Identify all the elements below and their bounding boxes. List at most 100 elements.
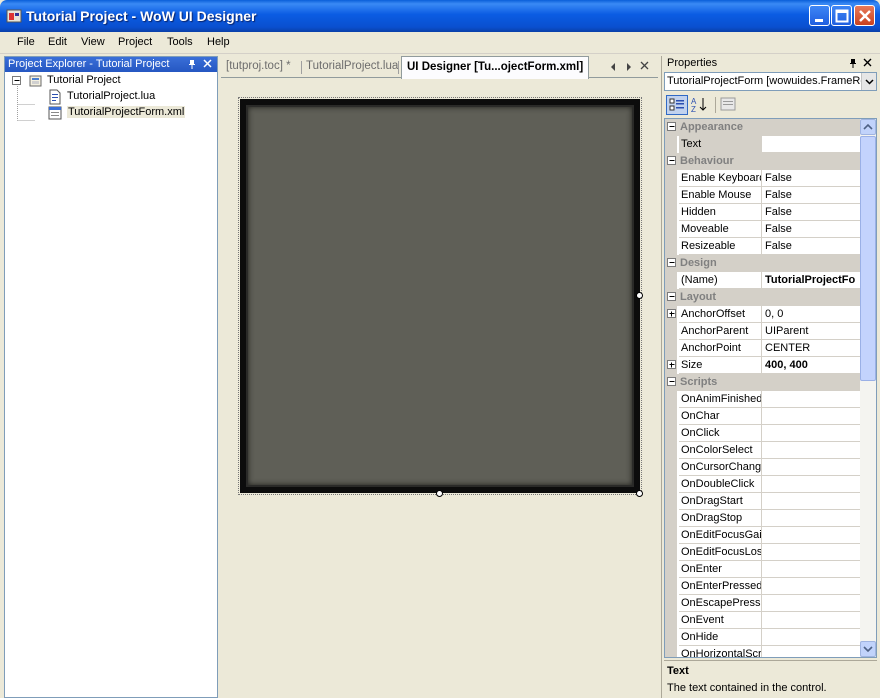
- collapse-icon[interactable]: [12, 76, 21, 85]
- property-row[interactable]: OnDoubleClick: [665, 476, 860, 493]
- category-behaviour[interactable]: Behaviour: [665, 153, 860, 170]
- menu-edit[interactable]: Edit: [48, 36, 67, 48]
- object-selector[interactable]: TutorialProjectForm [wowuides.FrameRe: [664, 72, 877, 91]
- tab-lua[interactable]: TutorialProject.lua: [306, 60, 398, 72]
- property-row[interactable]: Text: [665, 136, 860, 153]
- property-row[interactable]: Hidden False: [665, 204, 860, 221]
- collapse-icon[interactable]: [667, 377, 676, 386]
- property-value[interactable]: False: [762, 187, 860, 204]
- property-value[interactable]: False: [762, 221, 860, 238]
- property-value[interactable]: TutorialProjectFo: [762, 272, 860, 289]
- maximize-button[interactable]: [831, 5, 852, 26]
- property-row[interactable]: OnHorizontalScro: [665, 646, 860, 657]
- property-value[interactable]: [762, 561, 860, 578]
- property-value[interactable]: 400, 400: [762, 357, 860, 374]
- pin-icon[interactable]: [186, 58, 198, 70]
- tab-scroll-right-icon[interactable]: [625, 62, 633, 75]
- scroll-down-button[interactable]: [860, 641, 876, 657]
- category-appearance[interactable]: Appearance: [665, 119, 860, 136]
- property-grid[interactable]: Appearance Text Behaviour Enable Keyboard Fa…: [664, 118, 877, 658]
- property-row[interactable]: (Name) TutorialProjectFo: [665, 272, 860, 289]
- resize-handle-bottom[interactable]: [436, 490, 443, 497]
- categorized-button[interactable]: [666, 95, 688, 115]
- form-frame[interactable]: [238, 97, 643, 497]
- tab-close-icon[interactable]: [640, 61, 650, 74]
- expand-icon[interactable]: [667, 360, 676, 369]
- tree-item-form-xml[interactable]: TutorialProjectForm.xml: [47, 105, 217, 121]
- property-value[interactable]: [762, 493, 860, 510]
- tab-toc[interactable]: [tutproj.toc] *: [226, 60, 291, 72]
- resize-handle-right[interactable]: [636, 292, 643, 299]
- collapse-icon[interactable]: [667, 156, 676, 165]
- property-row[interactable]: AnchorPoint CENTER: [665, 340, 860, 357]
- property-value[interactable]: [762, 595, 860, 612]
- title-bar[interactable]: Tutorial Project - WoW UI Designer: [0, 0, 880, 32]
- collapse-icon[interactable]: [667, 258, 676, 267]
- property-row[interactable]: Enable Mouse False: [665, 187, 860, 204]
- property-row[interactable]: OnClick: [665, 425, 860, 442]
- designer-canvas[interactable]: [223, 79, 656, 698]
- close-button[interactable]: [854, 5, 875, 26]
- property-row[interactable]: OnEnterPressed: [665, 578, 860, 595]
- property-row[interactable]: OnEvent: [665, 612, 860, 629]
- collapse-icon[interactable]: [667, 292, 676, 301]
- property-row[interactable]: OnEscapePresse: [665, 595, 860, 612]
- expand-icon[interactable]: [667, 309, 676, 318]
- property-value[interactable]: [762, 425, 860, 442]
- menu-project[interactable]: Project: [118, 36, 152, 48]
- property-row[interactable]: OnEditFocusGain: [665, 527, 860, 544]
- property-pages-button[interactable]: [718, 95, 740, 115]
- minimize-button[interactable]: [809, 5, 830, 26]
- property-value[interactable]: [762, 442, 860, 459]
- property-value[interactable]: CENTER: [762, 340, 860, 357]
- category-design[interactable]: Design: [665, 255, 860, 272]
- menu-file[interactable]: File: [17, 36, 35, 48]
- property-value[interactable]: False: [762, 204, 860, 221]
- property-grid-scrollbar[interactable]: [860, 119, 876, 657]
- property-row[interactable]: OnHide: [665, 629, 860, 646]
- menu-view[interactable]: View: [81, 36, 105, 48]
- tree-item-lua[interactable]: TutorialProject.lua: [47, 89, 217, 105]
- property-row[interactable]: Enable Keyboard False: [665, 170, 860, 187]
- property-row[interactable]: OnColorSelect: [665, 442, 860, 459]
- panel-close-icon[interactable]: [862, 57, 874, 72]
- property-value[interactable]: [762, 391, 860, 408]
- property-value[interactable]: [762, 476, 860, 493]
- resize-handle-corner[interactable]: [636, 490, 643, 497]
- property-row[interactable]: AnchorOffset 0, 0: [665, 306, 860, 323]
- property-value[interactable]: [762, 136, 860, 153]
- property-value[interactable]: [762, 612, 860, 629]
- property-value[interactable]: [762, 646, 860, 657]
- property-value[interactable]: UIParent: [762, 323, 860, 340]
- property-value[interactable]: [762, 629, 860, 646]
- property-value[interactable]: [762, 527, 860, 544]
- property-row[interactable]: OnAnimFinished: [665, 391, 860, 408]
- tree-item-project[interactable]: Tutorial Project: [12, 73, 212, 89]
- property-row[interactable]: Resizeable False: [665, 238, 860, 255]
- property-row[interactable]: OnCursorChange: [665, 459, 860, 476]
- tab-scroll-left-icon[interactable]: [609, 62, 617, 75]
- property-value[interactable]: [762, 510, 860, 527]
- collapse-icon[interactable]: [667, 122, 676, 131]
- property-value[interactable]: [762, 544, 860, 561]
- tab-ui-designer[interactable]: UI Designer [Tu...ojectForm.xml]: [401, 56, 590, 79]
- scroll-up-button[interactable]: [860, 119, 876, 135]
- alphabetical-button[interactable]: AZ: [689, 95, 711, 115]
- menu-tools[interactable]: Tools: [167, 36, 193, 48]
- property-row[interactable]: Moveable False: [665, 221, 860, 238]
- property-row[interactable]: OnEnter: [665, 561, 860, 578]
- property-value[interactable]: False: [762, 170, 860, 187]
- scroll-thumb[interactable]: [860, 136, 876, 381]
- property-row[interactable]: OnEditFocusLost: [665, 544, 860, 561]
- property-row[interactable]: OnDragStop: [665, 510, 860, 527]
- property-value[interactable]: 0, 0: [762, 306, 860, 323]
- property-row[interactable]: OnChar: [665, 408, 860, 425]
- property-row[interactable]: AnchorParent UIParent: [665, 323, 860, 340]
- pin-icon[interactable]: [847, 57, 859, 72]
- panel-close-icon[interactable]: [202, 58, 214, 70]
- property-row[interactable]: Size 400, 400: [665, 357, 860, 374]
- property-value[interactable]: False: [762, 238, 860, 255]
- property-value[interactable]: [762, 459, 860, 476]
- menu-help[interactable]: Help: [207, 36, 230, 48]
- category-scripts[interactable]: Scripts: [665, 374, 860, 391]
